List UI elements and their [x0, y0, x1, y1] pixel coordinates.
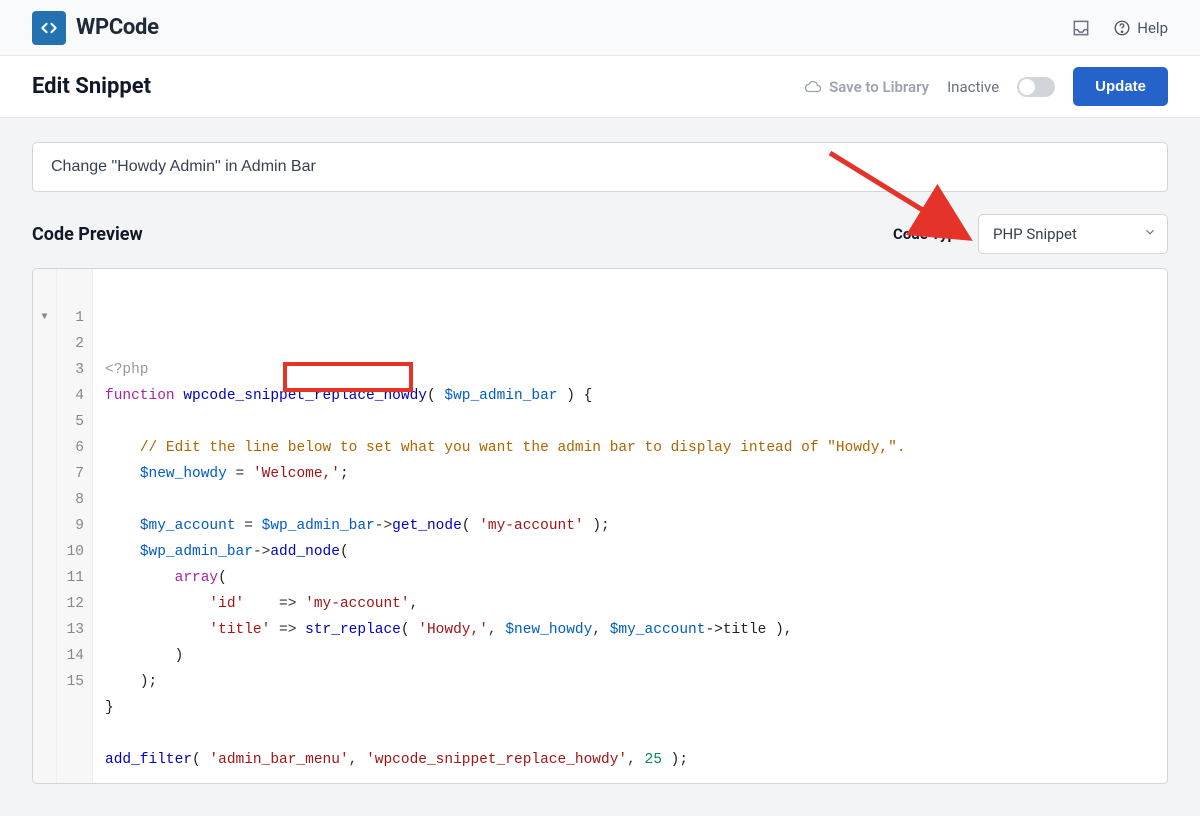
active-toggle[interactable]: [1017, 77, 1055, 97]
line-number-gutter: 123456789101112131415: [57, 269, 93, 783]
code-line: [105, 721, 1155, 747]
code-line: $my_account = $wp_admin_bar->get_node( '…: [105, 513, 1155, 539]
help-icon: [1113, 19, 1131, 37]
fold-gutter: ▼: [33, 269, 57, 783]
chevron-down-icon: [1143, 225, 1157, 243]
code-line: [105, 487, 1155, 513]
code-preview-header: Code Preview Code Type PHP Snippet: [32, 214, 1168, 254]
save-to-library-button[interactable]: Save to Library: [804, 78, 929, 96]
help-link[interactable]: Help: [1113, 19, 1168, 37]
logo[interactable]: WPCode: [32, 11, 159, 45]
code-preview-heading: Code Preview: [32, 224, 143, 245]
code-line: }: [105, 695, 1155, 721]
help-label: Help: [1137, 19, 1168, 37]
code-area[interactable]: <?phpfunction wpcode_snippet_replace_how…: [93, 269, 1167, 783]
code-line: 'title' => str_replace( 'Howdy,', $new_h…: [105, 617, 1155, 643]
cloud-icon: [804, 78, 822, 96]
top-bar: WPCode Help: [0, 0, 1200, 56]
code-line: function wpcode_snippet_replace_howdy( $…: [105, 383, 1155, 409]
code-editor[interactable]: ▼ 123456789101112131415 <?phpfunction wp…: [32, 268, 1168, 784]
code-line: 'id' => 'my-account',: [105, 591, 1155, 617]
code-line: [105, 409, 1155, 435]
status-label: Inactive: [947, 78, 999, 96]
inbox-icon[interactable]: [1071, 18, 1091, 38]
save-to-library-label: Save to Library: [829, 78, 929, 96]
code-line: $wp_admin_bar->add_node(: [105, 539, 1155, 565]
main-content: Code Preview Code Type PHP Snippet ▼ 123…: [0, 118, 1200, 816]
code-line: );: [105, 669, 1155, 695]
code-line: add_filter( 'admin_bar_menu', 'wpcode_sn…: [105, 747, 1155, 773]
code-line: array(: [105, 565, 1155, 591]
code-line: <?php: [105, 357, 1155, 383]
wpcode-logo-icon: [32, 11, 66, 45]
code-type-value: PHP Snippet: [993, 225, 1077, 243]
code-type-label: Code Type: [893, 225, 964, 243]
code-type-select[interactable]: PHP Snippet: [978, 214, 1168, 254]
update-button[interactable]: Update: [1073, 67, 1168, 106]
brand-name: WPCode: [76, 15, 159, 40]
code-line: ): [105, 643, 1155, 669]
sub-header: Edit Snippet Save to Library Inactive Up…: [0, 56, 1200, 118]
page-title: Edit Snippet: [32, 74, 151, 99]
code-line: // Edit the line below to set what you w…: [105, 435, 1155, 461]
snippet-title-input[interactable]: [32, 142, 1168, 192]
code-line: $new_howdy = 'Welcome,';: [105, 461, 1155, 487]
